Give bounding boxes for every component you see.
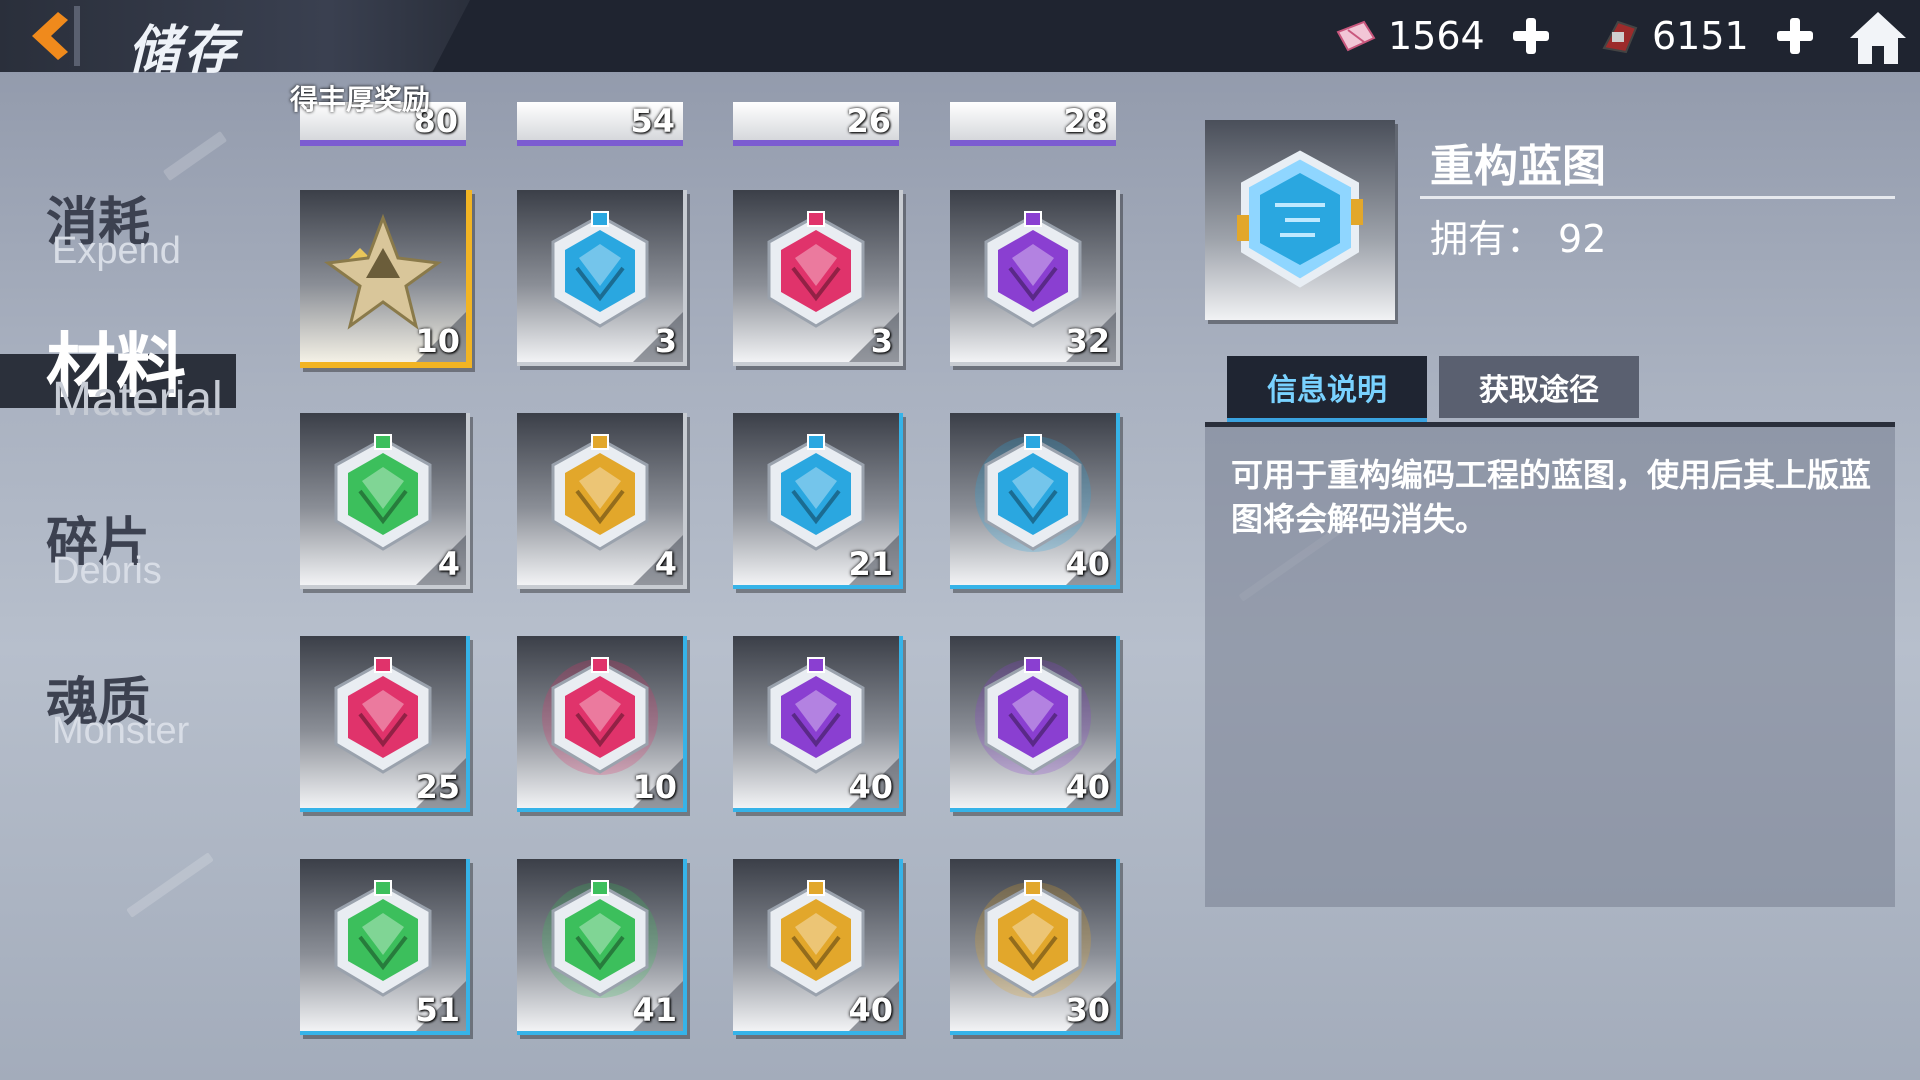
item-count: 32 [1065,322,1110,360]
add-ticket-button[interactable] [1509,14,1553,58]
home-icon [1850,12,1906,64]
item-tile[interactable]: 25 [300,636,470,812]
sidebar-item-monster[interactable]: 魂质 Monster [0,660,260,770]
material-gem-icon [334,880,432,997]
sidebar-item-sublabel: Expend [52,230,181,272]
material-gem-icon [551,434,649,551]
item-count: 4 [437,545,460,583]
item-count: 30 [1065,991,1110,1029]
material-gem-icon [542,880,658,998]
ticket-icon [1336,20,1376,52]
item-tile-partial[interactable]: 54 [517,102,683,146]
currency-ticket: 1564 [1334,10,1553,62]
material-gem-icon [975,657,1091,775]
item-count: 21 [848,545,893,583]
item-tile[interactable]: 30 [950,859,1120,1035]
material-gem-icon [767,434,865,551]
item-count: 26 [846,102,891,140]
item-count: 40 [848,768,893,806]
home-button[interactable] [1846,8,1910,68]
background-shard [162,131,228,181]
sidebar-item-debris[interactable]: 碎片 Debris [0,500,260,610]
currency-chip: 6151 [1598,10,1817,62]
item-tile[interactable]: 10 [517,636,687,812]
chip-icon [1602,20,1638,54]
item-tile[interactable]: 40 [733,859,903,1035]
item-tile[interactable]: 51 [300,859,470,1035]
item-tile[interactable]: 4 [517,413,687,589]
item-tile[interactable]: 32 [950,190,1120,366]
sidebar-item-sublabel: Monster [52,710,190,752]
item-count: 40 [848,991,893,1029]
item-count: 41 [632,991,677,1029]
material-gem-icon [767,880,865,997]
item-grid[interactable]: 80 54 26 28 10 3 3 32 4 4 21 40 25 10 40 40 51 41 40 30 [290,90,1170,1080]
item-count: 40 [1065,768,1110,806]
back-arrow-icon [32,6,80,66]
tab-info[interactable]: 信息说明 [1227,356,1427,422]
item-count: 51 [415,991,460,1029]
item-count: 28 [1063,102,1108,140]
item-tile[interactable]: 21 [733,413,903,589]
item-tile[interactable]: 10 [300,190,472,368]
sidebar-item-material[interactable]: 材料 Material [0,310,260,430]
add-chip-button[interactable] [1773,14,1817,58]
owned-value: 92 [1558,217,1607,261]
sidebar-item-sublabel: Debris [52,550,162,592]
item-tile-partial[interactable]: 28 [950,102,1116,146]
chip-count: 6151 [1652,14,1749,58]
material-gem-icon [334,657,432,774]
reward-banner-text: 得丰厚奖励 [290,83,431,116]
material-gem-icon [334,434,432,551]
item-tile[interactable]: 41 [517,859,687,1035]
material-gem-icon [767,657,865,774]
item-tile-partial[interactable]: 26 [733,102,899,146]
item-tile[interactable]: 4 [300,413,470,589]
ticket-count: 1564 [1388,14,1485,58]
item-count: 4 [654,545,677,583]
item-count: 3 [654,322,677,360]
item-tile[interactable]: 3 [517,190,687,366]
detail-item-thumbnail [1205,120,1395,320]
sidebar-item-expend[interactable]: 消耗 Expend [0,180,260,290]
detail-item-name: 重构蓝图 [1430,141,1606,192]
background-shard [126,852,214,918]
item-count: 54 [630,102,675,140]
description-panel: 可用于重构编码工程的蓝图，使用后其上版蓝图将会解码消失。 [1205,422,1895,907]
owned-label: 拥有： [1430,217,1545,261]
material-gem-icon [551,211,649,328]
item-tile[interactable]: 3 [733,190,903,366]
detail-divider [1420,196,1895,199]
blueprint-icon [1237,150,1363,288]
material-gem-icon [767,211,865,328]
page-title: 储存 [128,21,241,81]
item-tile[interactable]: 40 [733,636,903,812]
back-button[interactable] [18,6,88,66]
item-description: 可用于重构编码工程的蓝图，使用后其上版蓝图将会解码消失。 [1231,456,1872,538]
material-gem-icon [542,657,658,775]
owned-count: 拥有： 92 [1430,208,1606,263]
item-count: 3 [870,322,893,360]
sidebar-item-sublabel: Material [52,373,223,426]
item-count: 10 [632,768,677,806]
material-gem-icon [975,434,1091,552]
item-count: 40 [1065,545,1110,583]
material-gem-icon [975,880,1091,998]
tab-acquire[interactable]: 获取途径 [1439,356,1639,418]
top-bar: 储存 1564 6151 [0,0,1920,81]
material-gem-icon [984,211,1082,328]
item-tile[interactable]: 40 [950,413,1120,589]
item-count: 10 [415,322,460,360]
material-gem-icon [324,213,442,330]
item-tile[interactable]: 40 [950,636,1120,812]
item-count: 25 [415,768,460,806]
